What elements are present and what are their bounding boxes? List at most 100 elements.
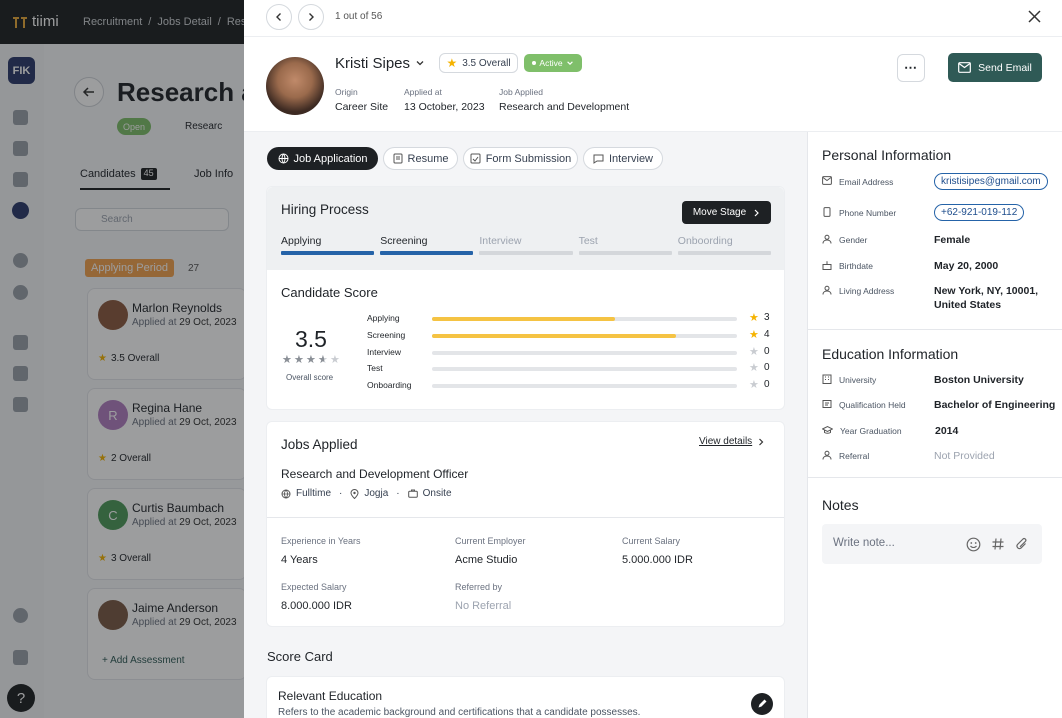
stage-label: Interview [479,235,522,247]
notes-title: Notes [822,497,859,513]
briefcase-icon [407,489,418,498]
form-icon [470,153,481,164]
job-type: Fulltime [296,488,332,499]
score-bar-track [432,317,737,321]
meta-separator: · [339,488,343,499]
pager-text: 1 out of 56 [335,11,383,22]
job-applied-value: Research and Development [499,101,630,113]
star-icon: ★ ★ [318,354,328,366]
tab-resume[interactable]: Resume [383,147,458,170]
email-link[interactable]: kristisipes@gmail.com [934,173,1048,190]
previous-button[interactable] [266,4,292,30]
chevron-down-icon[interactable] [415,58,425,68]
scorecard-item: Relevant Education Refers to the academi… [266,676,785,718]
tab-job-application[interactable]: Job Application [267,147,378,170]
view-details-label: View details [699,436,753,447]
personal-info-title: Personal Information [822,147,952,163]
star-icon: ★ [749,379,759,392]
info-label: Year Graduation [840,426,902,436]
globe-icon [281,489,291,498]
job-mode: Onsite [422,488,452,499]
stage-label: Applying [281,235,322,247]
user-icon [822,285,832,295]
scorecard-title: Score Card [267,649,333,664]
info-value: Bachelor of Engineering [934,399,1056,411]
hashtag-icon[interactable] [991,537,1005,551]
meta-separator: · [396,488,400,499]
info-value: Female [934,234,971,246]
score-bar-track [432,333,737,338]
info-label: Birthdate [839,261,874,271]
more-options-button[interactable]: ⋯ [897,54,925,82]
mail-icon [822,176,832,185]
field-value: 5.000.000 IDR [622,554,693,566]
more-icon: ⋯ [904,60,918,75]
job-location: Jogja [364,488,389,499]
status-text: Active [539,58,563,68]
score-bar-fill [432,333,676,338]
field-value: 8.000.000 IDR [281,600,352,612]
field-label: Current Employer [455,536,526,546]
chat-icon [593,154,604,164]
candidate-name: Kristi Sipes [335,55,411,72]
tab-interview[interactable]: Interview [583,147,663,170]
info-value: May 20, 2000 [934,260,999,272]
send-email-button[interactable]: Send Email [948,53,1042,82]
field-value: No Referral [455,600,512,612]
applied-label: Applied at [404,87,442,97]
emoji-icon[interactable] [966,537,981,552]
divider [244,36,1062,37]
gender-row: Gender Female [822,234,970,246]
stage-bar [479,251,573,255]
applied-value: 13 October, 2023 [404,101,485,113]
university-row: University Boston University [822,374,1024,386]
stage-label: Onboording [677,235,733,247]
address-row: Living Address New York, NY, 10001, Unit… [822,285,1044,312]
score-row-value: 0 [764,345,770,357]
info-label: Referral [839,451,870,461]
stage-bar [578,251,672,255]
move-stage-button[interactable]: Move Stage [682,201,771,224]
star-icon: ★ [446,56,458,70]
status-dropdown[interactable]: Active [524,54,582,72]
edit-button[interactable] [751,693,773,715]
attachment-icon[interactable] [1015,537,1029,552]
star-icon: ★ ★ [306,354,316,366]
score-row-label: Interview [367,346,402,357]
origin-value: Career Site [335,101,389,113]
score-row-value: 0 [764,362,770,374]
overall-score: 3.5 [295,326,327,352]
star-icon: ★ ★ [294,354,304,366]
position-title: Research and Development Officer [281,467,469,481]
tab-form-submission[interactable]: Form Submission [463,147,578,170]
candidate-detail-drawer: 1 out of 56 Kristi Sipes ★ 3.5 Overall A… [244,0,1062,718]
chevron-left-icon [276,13,281,21]
star-icon: ★ [749,328,759,341]
candidate-avatar [266,57,324,115]
tab-label: Form Submission [485,152,572,165]
stage-bar [281,251,375,255]
score-row-label: Onboarding [367,380,412,391]
field-label: Referred by [455,582,503,592]
job-meta: Fulltime · Jogja · Onsite [281,488,452,499]
hiring-card: Hiring Process Move Stage Applying Screen… [266,186,785,410]
tab-label: Job Application [293,152,368,165]
score-bar-track [432,384,737,389]
info-label: Qualification Held [839,400,906,410]
overall-rating-badge: ★ 3.5 Overall [439,53,518,73]
chevron-down-icon [566,61,573,65]
user-icon [822,234,832,244]
star-icon: ★ [330,354,340,366]
stage-label: Screening [380,235,428,247]
location-pin-icon [350,488,359,499]
certificate-icon [822,400,832,408]
note-placeholder: Write note... [833,537,895,549]
view-details-link[interactable]: View details [699,436,764,447]
close-button[interactable] [1028,10,1041,23]
info-value: 2014 [935,425,959,437]
chevron-right-icon [309,13,314,21]
origin-label: Origin [335,87,358,97]
phone-link[interactable]: +62-921-019-112 [934,204,1025,221]
note-input[interactable]: Write note... [822,524,1042,564]
next-button[interactable] [298,4,324,30]
